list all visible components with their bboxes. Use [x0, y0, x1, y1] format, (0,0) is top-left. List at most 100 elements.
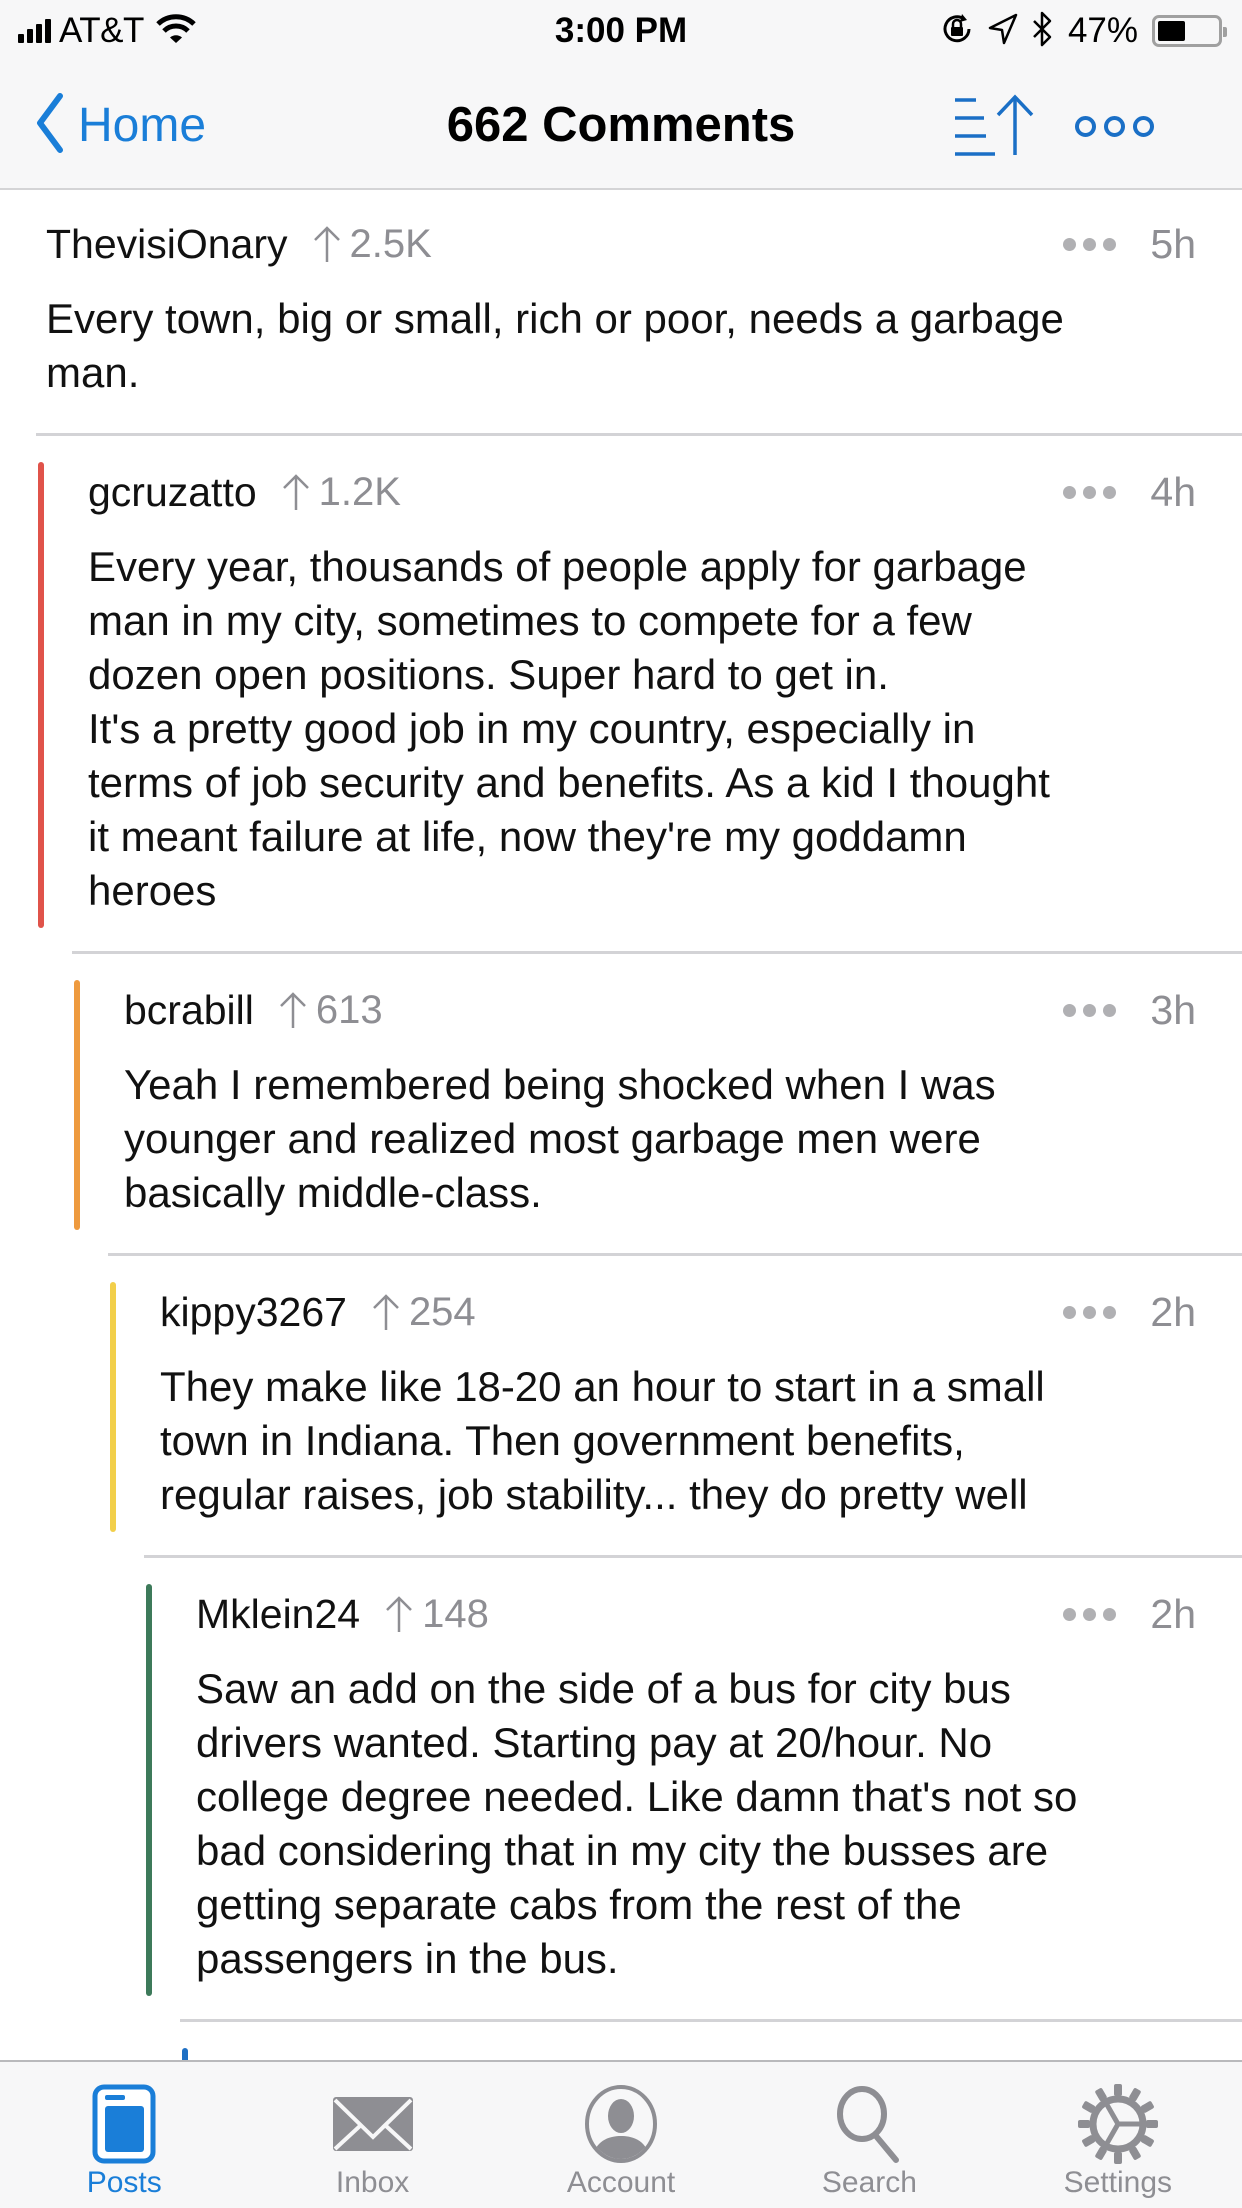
- comment-score: 148: [384, 1592, 489, 1637]
- tab-label: Posts: [86, 2166, 162, 2199]
- comment-age: 2h: [1150, 1590, 1196, 1637]
- comment-score-value: 1.2K: [318, 469, 401, 514]
- comment-meta: 3h: [1063, 980, 1196, 1040]
- comment-thread[interactable]: ThevisiOnary 2.5K 5h Every town, big or …: [0, 192, 1242, 2060]
- comment-options-button[interactable]: [1063, 1607, 1117, 1621]
- comment-score: 613: [278, 988, 383, 1033]
- more-dot: [1133, 115, 1154, 137]
- thread-depth-bar[interactable]: [146, 1584, 152, 1996]
- comment-options-button[interactable]: [1063, 1305, 1117, 1319]
- more-dot: [1104, 115, 1125, 137]
- thread-depth-bar[interactable]: [182, 2048, 188, 2060]
- comment-header: bcrabill 613 3h: [124, 980, 1242, 1040]
- comment-score: 1.2K: [281, 470, 401, 515]
- comment-body: They make like 18-20 an hour to start in…: [160, 1363, 1045, 1518]
- tab-account[interactable]: Account: [497, 2062, 745, 2208]
- dot: [1083, 485, 1097, 499]
- battery-level: [1158, 21, 1186, 41]
- comment-age: 3h: [1150, 986, 1196, 1033]
- comment[interactable]: Mklein24 148 2h Saw an add on the side o…: [0, 1558, 1242, 2022]
- status-bar: AT&T 3:00 PM 47%: [0, 0, 1242, 62]
- comment[interactable]: ThevisiOnary 2.5K 5h Every town, big or …: [0, 192, 1242, 436]
- sort-button[interactable]: [950, 92, 1044, 158]
- comment-author[interactable]: ThevisiOnary: [46, 221, 288, 268]
- sort-icon: [955, 94, 1034, 156]
- comment-meta: 2h: [1063, 1584, 1196, 1644]
- comment-score-value: 148: [422, 1591, 489, 1636]
- posts-icon: [84, 2084, 164, 2164]
- comment-header: ThevisiOnary 2.5K 5h: [46, 214, 1242, 274]
- tab-settings[interactable]: Settings: [994, 2062, 1242, 2208]
- upvote-arrow-icon: [373, 1294, 399, 1330]
- comment[interactable]: gcruzatto 1.2K 4h Every year, thousands …: [0, 436, 1242, 954]
- comment[interactable]: bcrabill 613 3h Yeah I remembered being …: [0, 954, 1242, 1256]
- inbox-icon: [332, 2084, 413, 2164]
- comment-body: Every town, big or small, rich or poor, …: [46, 295, 1064, 396]
- comment-author[interactable]: gcruzatto: [88, 469, 257, 516]
- dot: [1103, 485, 1117, 499]
- dot: [1103, 237, 1117, 251]
- comment-score-value: 613: [315, 987, 383, 1032]
- thread-depth-bar[interactable]: [38, 462, 44, 928]
- tab-label: Settings: [1063, 2166, 1173, 2199]
- comment[interactable]: kippy3267 254 2h They make like 18-20 an…: [0, 1256, 1242, 1558]
- dot: [1063, 1003, 1077, 1017]
- account-icon: [581, 2084, 661, 2164]
- dot: [1103, 1607, 1117, 1621]
- dot: [1083, 1305, 1097, 1319]
- dot: [1063, 1607, 1077, 1621]
- comment-body: Every year, thousands of people apply fo…: [88, 543, 1050, 914]
- dot: [1083, 237, 1097, 251]
- settings-icon: [1077, 2084, 1158, 2164]
- battery-percent: 47%: [1067, 11, 1138, 50]
- tab-label: Search: [821, 2166, 917, 2199]
- dot: [1103, 1305, 1117, 1319]
- upvote-arrow-icon: [313, 226, 340, 262]
- comment-score: 254: [371, 1290, 476, 1335]
- comment-options-button[interactable]: [1063, 1003, 1117, 1017]
- comment-meta: 4h: [1063, 462, 1196, 522]
- comment-meta: 5h: [1063, 214, 1196, 274]
- dot: [1083, 1003, 1097, 1017]
- comment-meta: 2h: [1063, 1282, 1196, 1342]
- comment-header: kippy3267 254 2h: [160, 1282, 1242, 1342]
- dot: [1103, 1003, 1117, 1017]
- back-button[interactable]: Home: [34, 90, 206, 160]
- dot: [1063, 1305, 1077, 1319]
- upvote-arrow-icon: [280, 992, 306, 1028]
- tab-inbox[interactable]: Inbox: [248, 2062, 496, 2208]
- dot: [1063, 485, 1077, 499]
- search-icon: [829, 2084, 909, 2164]
- tab-posts[interactable]: Posts: [0, 2062, 248, 2208]
- upvote-arrow-icon: [282, 474, 309, 510]
- comment-header: gcruzatto 1.2K 4h: [88, 462, 1242, 522]
- comment-score-value: 254: [408, 1289, 476, 1334]
- upvote-arrow-icon: [386, 1596, 412, 1632]
- comment-score-value: 2.5K: [349, 221, 432, 266]
- tab-label: Inbox: [335, 2166, 410, 2199]
- tab-search[interactable]: Search: [745, 2062, 993, 2208]
- status-right: 47%: [940, 10, 1227, 52]
- battery-icon: [1152, 15, 1227, 47]
- rotation-lock-icon: [940, 12, 974, 51]
- comment-author[interactable]: kippy3267: [160, 1289, 347, 1336]
- location-icon: [988, 13, 1018, 50]
- tab-label: Account: [566, 2166, 676, 2199]
- comment-author[interactable]: Mklein24: [196, 1591, 360, 1638]
- back-label: Home: [78, 98, 207, 152]
- comment-author[interactable]: bcrabill: [124, 987, 254, 1034]
- chevron-left-icon: [34, 92, 64, 159]
- more-dot: [1075, 115, 1096, 137]
- comment-options-button[interactable]: [1063, 237, 1117, 251]
- comment-options-button[interactable]: [1063, 485, 1117, 499]
- bluetooth-icon: [1032, 11, 1054, 52]
- comment-meta: 1h: [1063, 2048, 1196, 2061]
- comment-score: 2.5K: [312, 222, 432, 267]
- tab-bar: Posts Inbox Account Search Settings: [0, 2060, 1242, 2208]
- comment-age: 4h: [1150, 468, 1196, 515]
- thread-depth-bar[interactable]: [74, 980, 80, 1230]
- comment-header: Mklein24 148 2h: [196, 1584, 1242, 1644]
- more-button[interactable]: [1075, 106, 1175, 146]
- thread-depth-bar[interactable]: [110, 1282, 116, 1532]
- comment[interactable]: DaMonkfish 81 1h: [0, 2022, 1242, 2060]
